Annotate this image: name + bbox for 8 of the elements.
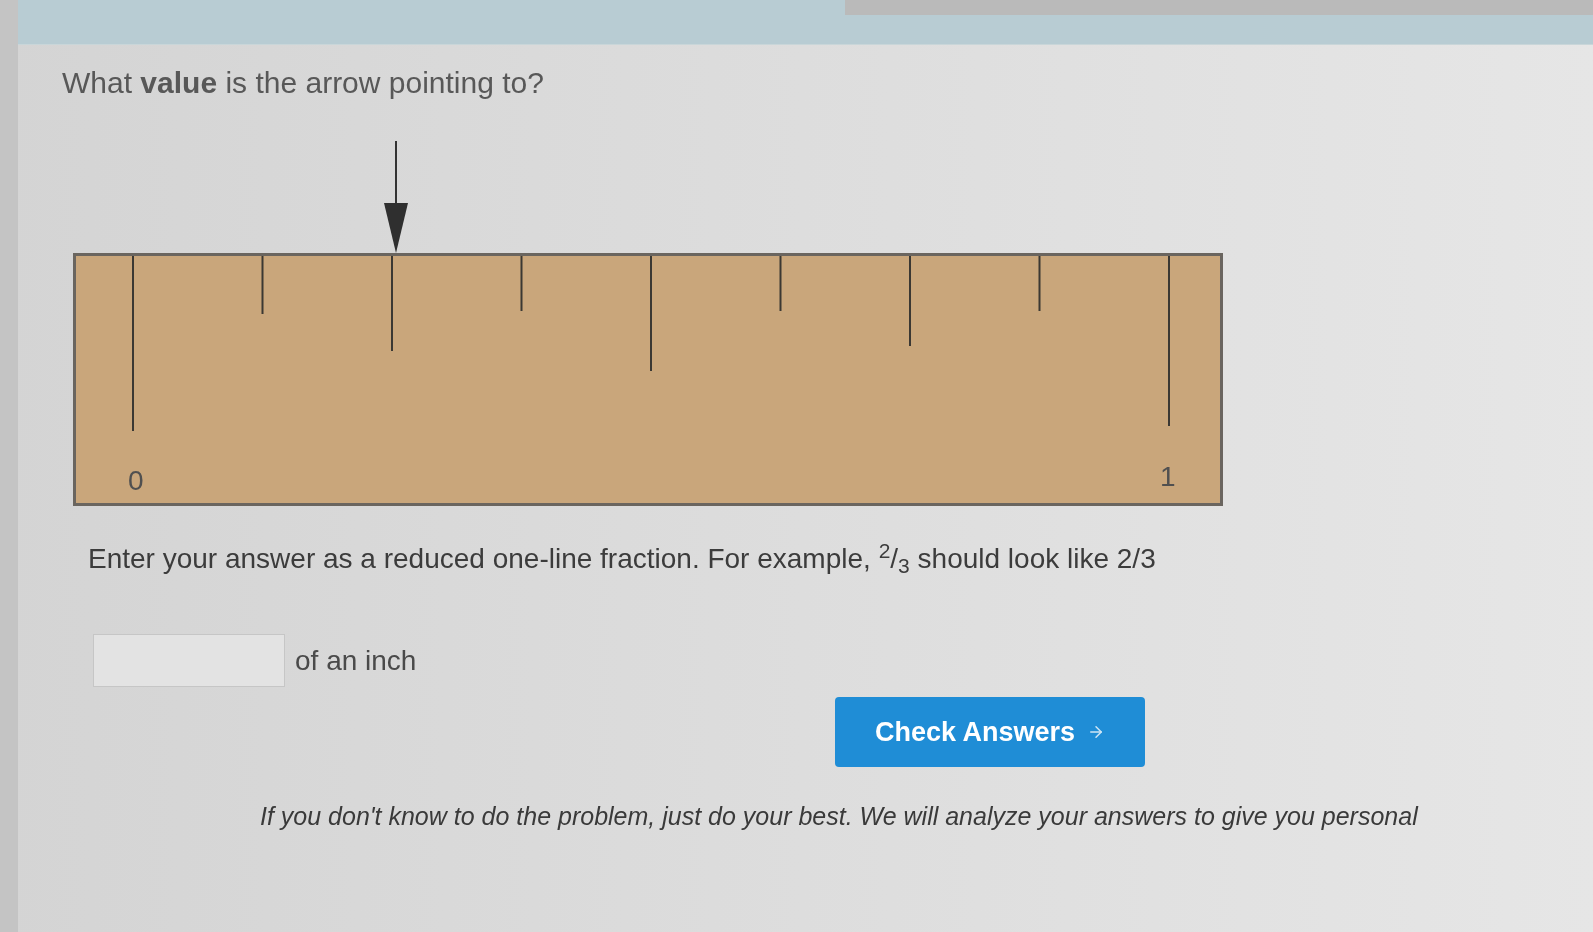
instruction-text: Enter your answer as a reduced one-line fraction. For example, $^{2}$/$_{3}$ should look like 2/3 <box>88 542 1156 576</box>
footnote-text: If you don't know to do the problem, just do your best. We will analyze your answers to give you personal <box>260 801 1418 832</box>
check-answers-button[interactable]: Check Answers <box>835 697 1145 767</box>
unit-label: of an inch <box>295 643 417 678</box>
question-text: What value is the arrow pointing to? <box>62 65 544 101</box>
answer-input[interactable] <box>93 634 285 687</box>
ruler-label: 0 <box>128 465 144 497</box>
ruler-label: 1 <box>1160 461 1176 493</box>
